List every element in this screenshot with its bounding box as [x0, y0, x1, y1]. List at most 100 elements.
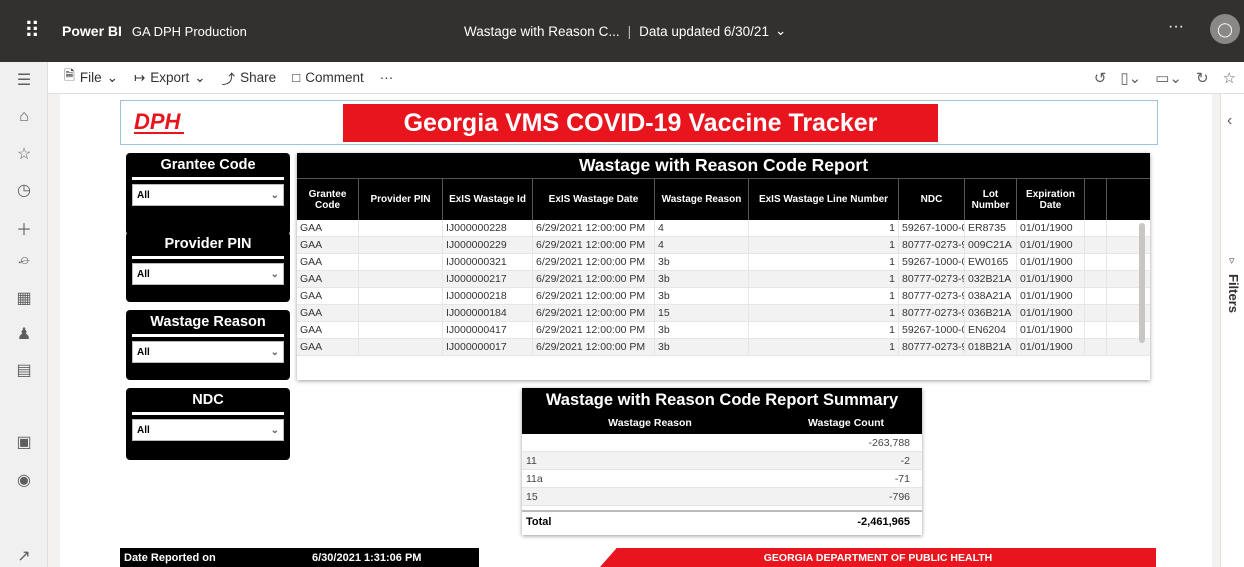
expand-arrow-icon[interactable]: ↗ [0, 546, 48, 566]
table-cell-empty [1085, 288, 1107, 304]
table-cell-empty [1085, 254, 1107, 270]
table-cell [359, 305, 443, 321]
table-cell-empty [1085, 237, 1107, 253]
user-avatar-icon[interactable]: ◯ [1210, 14, 1240, 44]
table-row[interactable]: GAA IJ000000017 6/29/2021 12:00:00 PM 3b 1 80… [297, 339, 1150, 356]
summary-table: Wastage with Reason Code Report Summary … [522, 388, 922, 535]
table-cell: 1 [749, 339, 899, 355]
table-row[interactable]: GAA IJ000000321 6/29/2021 12:00:00 PM 3b 1 59… [297, 254, 1150, 271]
slicer-divider [132, 412, 284, 415]
table-row[interactable]: GAA IJ000000184 6/29/2021 12:00:00 PM 15 1 80… [297, 305, 1150, 322]
table-cell [359, 271, 443, 287]
chevron-left-icon[interactable]: ‹ [1227, 112, 1232, 130]
column-header[interactable]: Grantee Code [297, 179, 359, 220]
more-toolbar-options[interactable]: ··· [380, 70, 394, 85]
chevron-down-icon: ⌄ [194, 69, 206, 85]
comment-button[interactable]: □ Comment [292, 70, 364, 85]
filters-label[interactable]: Filters [1226, 274, 1241, 313]
column-header[interactable]: Provider PIN [359, 179, 443, 220]
apps-icon[interactable]: ▦ [0, 288, 48, 308]
slicer-grantee-code: Grantee Code All ⌄ [126, 153, 290, 235]
table-cell: 3b [655, 339, 749, 355]
column-header-sorted[interactable]: ExIS Wastage Date [533, 179, 655, 220]
workspace-name[interactable]: GA DPH Production [132, 24, 247, 39]
file-menu-button[interactable]: 🗎 File ⌄ [64, 66, 118, 89]
table-cell: 6/29/2021 12:00:00 PM [533, 254, 655, 270]
column-header[interactable]: Lot Number [965, 179, 1017, 220]
more-options-icon[interactable]: ··· [1168, 18, 1184, 36]
column-header-empty [1085, 179, 1107, 220]
app-launcher-icon[interactable]: ⠿ [0, 0, 62, 62]
table-cell: IJ000000229 [443, 237, 533, 253]
table-row[interactable]: GAA IJ000000217 6/29/2021 12:00:00 PM 3b 1 80… [297, 271, 1150, 288]
favorites-star-icon[interactable]: ☆ [0, 144, 48, 164]
table-cell: GAA [297, 271, 359, 287]
slicer-provider-pin: Provider PIN All ⌄ [126, 232, 290, 302]
slicer-ndc: NDC All ⌄ [126, 388, 290, 460]
column-header[interactable]: ExIS Wastage Line Number [749, 179, 899, 220]
ndc-dropdown[interactable]: All ⌄ [132, 419, 284, 441]
bookmark-icon[interactable]: ▯⌄ [1120, 69, 1141, 87]
filters-pane[interactable]: ‹ ▿ Filters [1220, 94, 1244, 567]
column-header[interactable]: ExIS Wastage Id [443, 179, 533, 220]
column-header[interactable]: Wastage Reason [655, 179, 749, 220]
shared-with-me-icon[interactable]: ♟ [0, 324, 48, 344]
table-cell: 59267-1000-02 [899, 220, 965, 236]
table-cell: 80777-0273-99 [899, 237, 965, 253]
table-cell: GAA [297, 254, 359, 270]
table-cell: 3b [655, 288, 749, 304]
summary-row[interactable]: 11 -2 [522, 452, 922, 470]
table-cell: 15 [655, 305, 749, 321]
recent-clock-icon[interactable]: ◷ [0, 180, 48, 200]
vertical-scrollbar[interactable] [1139, 223, 1145, 343]
table-cell: 3b [655, 271, 749, 287]
table-cell: 01/01/1900 [1017, 322, 1085, 338]
table-cell: 59267-1000-02 [899, 254, 965, 270]
summary-row[interactable]: 11a -71 [522, 470, 922, 488]
table-cell: 1 [749, 305, 899, 321]
table-body: GAA IJ000000228 6/29/2021 12:00:00 PM 4 1 592… [297, 220, 1150, 356]
summary-row[interactable]: -263,788 [522, 434, 922, 452]
column-header[interactable]: Wastage Reason [522, 412, 778, 434]
table-cell: 1 [749, 322, 899, 338]
view-icon[interactable]: ▭⌄ [1155, 69, 1182, 87]
slicer-title: Wastage Reason [150, 314, 266, 330]
table-cell: EW0165 [965, 254, 1017, 270]
column-header[interactable]: Wastage Count [778, 412, 914, 434]
my-workspace-icon[interactable]: ◉ [0, 470, 48, 490]
share-button[interactable]: ⤴ Share [222, 68, 277, 88]
slicer-wastage-reason: Wastage Reason All ⌄ [126, 310, 290, 380]
export-menu-button[interactable]: ↦ Export ⌄ [134, 70, 206, 86]
undo-icon[interactable]: ↺ [1094, 69, 1107, 87]
chevron-down-icon: ⌄ [270, 189, 279, 201]
table-cell: 01/01/1900 [1017, 237, 1085, 253]
wastage-reason-dropdown[interactable]: All ⌄ [132, 341, 284, 363]
table-cell: IJ000000321 [443, 254, 533, 270]
create-plus-icon[interactable]: ＋ [0, 216, 48, 240]
column-header[interactable]: NDC [899, 179, 965, 220]
app-name[interactable]: Power BI [62, 23, 122, 39]
table-row[interactable]: GAA IJ000000229 6/29/2021 12:00:00 PM 4 1 807… [297, 237, 1150, 254]
provider-pin-dropdown[interactable]: All ⌄ [132, 263, 284, 285]
workspaces-icon[interactable]: ▣ [0, 432, 48, 452]
table-cell [359, 254, 443, 270]
refresh-icon[interactable]: ↻ [1196, 69, 1209, 87]
column-header[interactable]: Expiration Date [1017, 179, 1085, 220]
table-row[interactable]: GAA IJ000000417 6/29/2021 12:00:00 PM 3b 1 59… [297, 322, 1150, 339]
table-cell-empty [1085, 305, 1107, 321]
summary-row[interactable]: 15 -796 [522, 488, 922, 506]
chevron-down-icon[interactable]: ⌄ [775, 23, 786, 39]
data-updated-dropdown[interactable]: Data updated 6/30/21 [639, 24, 769, 39]
grantee-code-dropdown[interactable]: All ⌄ [132, 184, 284, 206]
app-header-bar: ⠿ Power BI GA DPH Production Wastage wit… [0, 0, 1244, 62]
table-row[interactable]: GAA IJ000000228 6/29/2021 12:00:00 PM 4 1 592… [297, 220, 1150, 237]
datasets-cylinder-icon[interactable]: ⌮ [0, 252, 48, 270]
table-row[interactable]: GAA IJ000000218 6/29/2021 12:00:00 PM 3b 1 80… [297, 288, 1150, 305]
summary-cell [522, 434, 778, 451]
learn-book-icon[interactable]: ▤ [0, 360, 48, 380]
wastage-report-table: Wastage with Reason Code Report Grantee … [297, 153, 1150, 380]
hamburger-menu-icon[interactable]: ☰ [0, 70, 48, 90]
home-icon[interactable]: ⌂ [0, 108, 48, 126]
table-cell: 6/29/2021 12:00:00 PM [533, 220, 655, 236]
favorite-star-icon[interactable]: ☆ [1223, 69, 1236, 87]
